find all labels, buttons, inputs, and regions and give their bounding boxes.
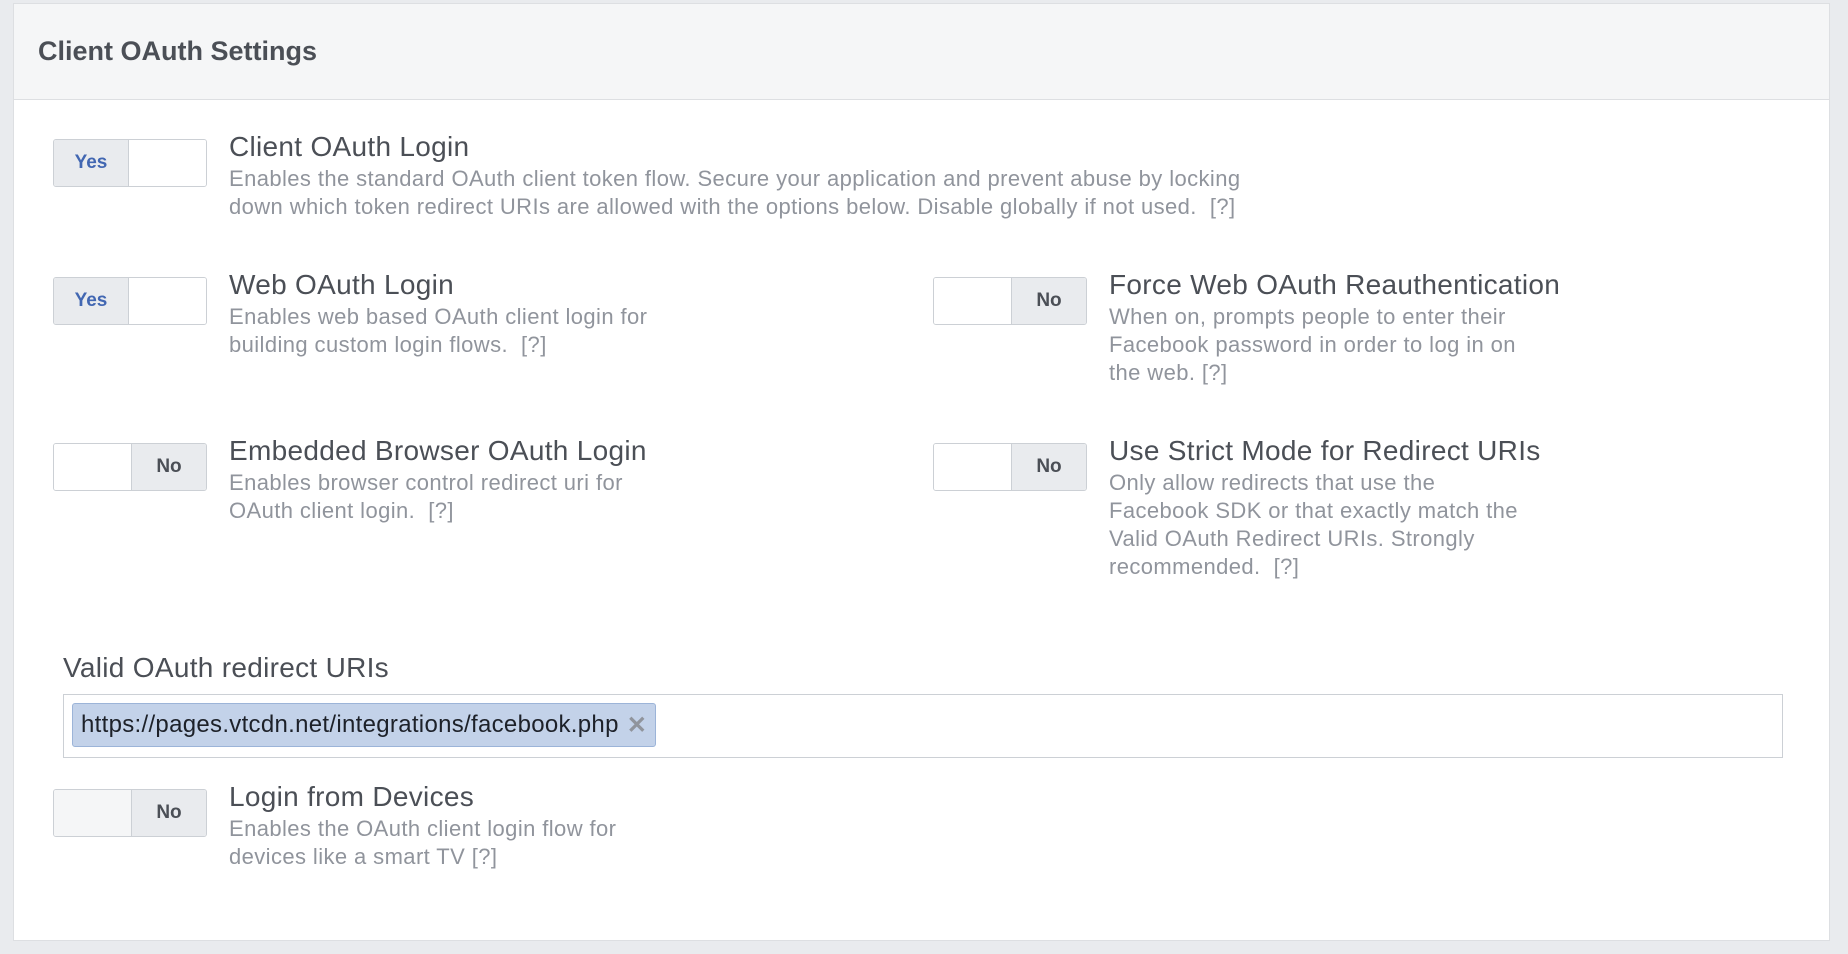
panel-title: Client OAuth Settings (38, 36, 317, 66)
toggle-label: Yes (54, 278, 129, 324)
description-line: building custom login flows. [?] (229, 332, 547, 357)
setting-strict-mode: No Use Strict Mode for Redirect URIs Onl… (933, 435, 1773, 593)
setting-text: Force Web OAuth Reauthentication When on… (1109, 267, 1560, 387)
setting-title: Client OAuth Login (229, 131, 470, 162)
setting-title: Embedded Browser OAuth Login (229, 435, 647, 466)
toggle-knob (129, 278, 206, 324)
remove-token-icon[interactable]: ✕ (627, 711, 647, 740)
description-line: Facebook SDK or that exactly match the (1109, 498, 1518, 523)
redirect-uri-token: https://pages.vtcdn.net/integrations/fac… (72, 703, 657, 747)
description-line: When on, prompts people to enter their (1109, 304, 1506, 329)
panel-header: Client OAuth Settings (14, 4, 1829, 100)
toggle-knob (54, 444, 131, 490)
setting-force-web-reauth: No Force Web OAuth Reauthentication When… (933, 269, 1773, 427)
toggle-knob (129, 140, 206, 186)
help-link[interactable]: [?] (428, 498, 454, 523)
toggle-knob (934, 278, 1011, 324)
embedded-browser-login-toggle[interactable]: No (53, 443, 207, 491)
toggle-label: No (131, 790, 206, 836)
redirect-uris-label: Valid OAuth redirect URIs (63, 652, 389, 683)
setting-title: Use Strict Mode for Redirect URIs (1109, 435, 1541, 466)
description-line: Facebook password in order to log in on (1109, 332, 1516, 357)
toggle-label: No (1011, 444, 1086, 490)
redirect-uris-input[interactable]: https://pages.vtcdn.net/integrations/fac… (63, 694, 1783, 758)
toggle-label: No (131, 444, 206, 490)
setting-text: Client OAuth Login Enables the standard … (229, 129, 1240, 221)
client-oauth-login-toggle[interactable]: Yes (53, 139, 207, 187)
toggle-knob (934, 444, 1011, 490)
help-link[interactable]: [?] (1210, 194, 1236, 219)
description-line: Enables web based OAuth client login for (229, 304, 648, 329)
setting-text: Use Strict Mode for Redirect URIs Only a… (1109, 433, 1541, 581)
setting-text: Embedded Browser OAuth Login Enables bro… (229, 433, 647, 525)
setting-description: Enables web based OAuth client login for… (229, 303, 647, 359)
description-line: the web. [?] (1109, 360, 1228, 385)
description-line: Only allow redirects that use the (1109, 470, 1436, 495)
description-line: recommended. [?] (1109, 554, 1300, 579)
help-link[interactable]: [?] (521, 332, 547, 357)
setting-description: Only allow redirects that use the Facebo… (1109, 469, 1541, 581)
setting-embedded-browser-login: No Embedded Browser OAuth Login Enables … (53, 435, 893, 593)
description-line: Enables the standard OAuth client token … (229, 166, 1241, 191)
help-link[interactable]: [?] (472, 844, 498, 869)
description-line: devices like a smart TV [?] (229, 844, 498, 869)
help-link[interactable]: [?] (1274, 554, 1300, 579)
description-line: Valid OAuth Redirect URIs. Strongly (1109, 526, 1475, 551)
login-from-devices-toggle[interactable]: No (53, 789, 207, 837)
description-line: OAuth client login. [?] (229, 498, 454, 523)
setting-login-from-devices: No Login from Devices Enables the OAuth … (53, 781, 893, 939)
web-oauth-login-toggle[interactable]: Yes (53, 277, 207, 325)
strict-mode-toggle[interactable]: No (933, 443, 1087, 491)
force-web-reauth-toggle[interactable]: No (933, 277, 1087, 325)
setting-text: Login from Devices Enables the OAuth cli… (229, 779, 616, 871)
help-link[interactable]: [?] (1202, 360, 1228, 385)
toggle-label: Yes (54, 140, 129, 186)
redirect-uri-text: https://pages.vtcdn.net/integrations/fac… (81, 711, 619, 738)
setting-text: Web OAuth Login Enables web based OAuth … (229, 267, 647, 359)
setting-description: When on, prompts people to enter their F… (1109, 303, 1560, 387)
description-line: Enables browser control redirect uri for (229, 470, 623, 495)
setting-title: Login from Devices (229, 781, 475, 812)
description-line: down which token redirect URIs are allow… (229, 194, 1236, 219)
setting-description: Enables the OAuth client login flow for … (229, 815, 616, 871)
toggle-label: No (1011, 278, 1086, 324)
setting-web-oauth-login: Yes Web OAuth Login Enables web based OA… (53, 269, 893, 427)
toggle-knob (54, 790, 131, 836)
description-line: Enables the OAuth client login flow for (229, 816, 617, 841)
setting-title: Web OAuth Login (229, 269, 455, 300)
setting-description: Enables the standard OAuth client token … (229, 165, 1240, 221)
client-oauth-settings-panel: Client OAuth Settings Yes Client OAuth L… (13, 3, 1830, 941)
setting-title: Force Web OAuth Reauthentication (1109, 269, 1561, 300)
setting-description: Enables browser control redirect uri for… (229, 469, 647, 525)
